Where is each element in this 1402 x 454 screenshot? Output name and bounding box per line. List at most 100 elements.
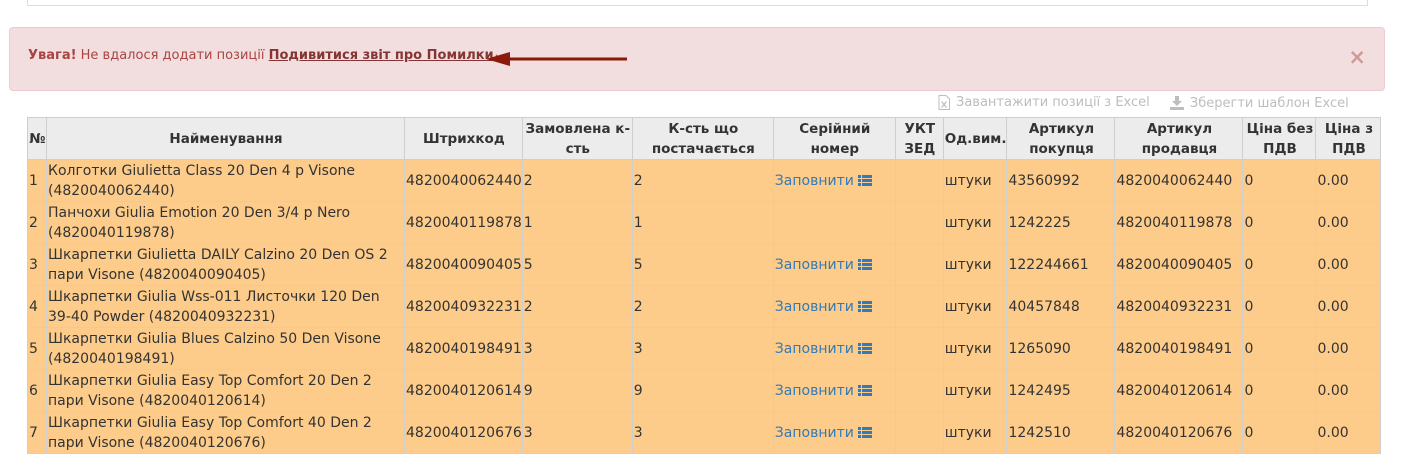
cell-price-net: 0	[1242, 201, 1317, 244]
col-header-name: Найменування	[46, 117, 405, 160]
alert-close-button[interactable]: ×	[1348, 47, 1366, 68]
cell-name: Шкарпетки Giulia Easy Top Comfort 40 Den…	[46, 411, 405, 454]
cell-buyer-sku: 122244661	[1006, 243, 1116, 286]
fill-serial-link[interactable]: Заповнити	[775, 171, 872, 191]
cell-ordered-qty: 1	[521, 201, 633, 244]
cell-supplied-qty: 3	[631, 411, 774, 454]
cell-buyer-sku: 43560992	[1006, 159, 1116, 202]
table-row: 1 Колготки Giulietta Class 20 Den 4 р Vis…	[27, 159, 1382, 202]
cell-seller-sku: 4820040062440	[1114, 159, 1244, 202]
cell-buyer-sku: 1242225	[1006, 201, 1116, 244]
list-icon	[857, 300, 872, 312]
cell-price-gross: 0.00	[1315, 285, 1382, 328]
cell-barcode: 4820040120614	[404, 369, 523, 412]
cell-barcode: 4820040119878	[404, 201, 523, 244]
cell-price-net: 0	[1242, 159, 1317, 202]
col-header-number: №	[27, 117, 47, 160]
cell-buyer-sku: 1265090	[1006, 327, 1116, 370]
col-header-supplied-qty: К-сть що постачається	[631, 117, 774, 160]
cell-ordered-qty: 5	[521, 243, 633, 286]
cell-name: Шкарпетки Giulietta DAILY Calzino 20 Den…	[46, 243, 405, 286]
fill-serial-link[interactable]: Заповнити	[775, 255, 872, 275]
cell-ukt-zed	[894, 285, 944, 328]
table-row: 4 Шкарпетки Giulia Wss-011 Листочки 120 D…	[27, 285, 1382, 328]
col-header-ukt-zed: УКТ ЗЕД	[894, 117, 944, 160]
col-header-price-gross: Ціна з ПДВ	[1315, 117, 1382, 160]
cell-price-gross: 0.00	[1315, 243, 1382, 286]
excel-actions: Завантажити позиції з Excel Зберегти шаб…	[938, 95, 1365, 114]
cell-seller-sku: 4820040120676	[1114, 411, 1244, 454]
table-row: 2 Панчохи Giulia Emotion 20 Den 3/4 р Ner…	[27, 201, 1382, 244]
list-icon	[857, 426, 872, 438]
col-header-barcode: Штрихкод	[404, 117, 523, 160]
table-row: 7 Шкарпетки Giulia Easy Top Comfort 40 De…	[27, 411, 1382, 454]
cell-ukt-zed	[894, 369, 944, 412]
col-header-seller-sku: Артикул продавця	[1114, 117, 1244, 160]
error-alert: Увага! Не вдалося додати позиції Подивит…	[9, 27, 1385, 91]
upload-excel-button[interactable]: Завантажити позиції з Excel	[938, 95, 1150, 110]
list-icon	[857, 174, 872, 186]
upload-excel-label: Завантажити позиції з Excel	[956, 95, 1150, 110]
cell-seller-sku: 4820040090405	[1114, 243, 1244, 286]
cell-seller-sku: 4820040119878	[1114, 201, 1244, 244]
table-row: 6 Шкарпетки Giulia Easy Top Comfort 20 De…	[27, 369, 1382, 412]
cell-number: 4	[27, 285, 47, 328]
cell-supplied-qty: 1	[631, 201, 774, 244]
table-body: 1 Колготки Giulietta Class 20 Den 4 р Vis…	[27, 159, 1382, 454]
save-excel-template-label: Зберегти шаблон Excel	[1189, 95, 1349, 111]
col-header-buyer-sku: Артикул покупця	[1006, 117, 1116, 160]
alert-message: Не вдалося додати позиції	[80, 48, 265, 63]
save-excel-template-button[interactable]: Зберегти шаблон Excel	[1169, 95, 1349, 111]
cell-price-gross: 0.00	[1315, 159, 1382, 202]
download-icon	[1169, 96, 1184, 110]
cell-seller-sku: 4820040198491	[1114, 327, 1244, 370]
alert-strong-label: Увага!	[28, 48, 77, 63]
cell-barcode: 4820040090405	[404, 243, 523, 286]
pointer-arrow-icon	[486, 52, 627, 66]
fill-serial-link[interactable]: Заповнити	[775, 423, 872, 443]
cell-ordered-qty: 3	[521, 327, 633, 370]
fill-serial-label: Заповнити	[774, 382, 854, 399]
cell-ukt-zed	[894, 411, 944, 454]
cell-seller-sku: 4820040932231	[1114, 285, 1244, 328]
items-table: № Найменування Штрихкод Замовлена к-сть …	[27, 117, 1382, 454]
cell-serial-number: Заповнити	[772, 243, 896, 286]
cell-serial-number: Заповнити	[772, 159, 896, 202]
cell-unit: штуки	[942, 285, 1008, 328]
cell-serial-number: Заповнити	[772, 411, 896, 454]
fill-serial-link[interactable]: Заповнити	[775, 297, 872, 317]
cell-serial-number: Заповнити	[772, 327, 896, 370]
cell-price-gross: 0.00	[1315, 411, 1382, 454]
cell-price-gross: 0.00	[1315, 201, 1382, 244]
col-header-unit: Од.вим.	[942, 117, 1008, 160]
cell-ordered-qty: 2	[521, 285, 633, 328]
cell-price-net: 0	[1242, 285, 1317, 328]
cell-supplied-qty: 2	[631, 159, 774, 202]
list-icon	[857, 258, 872, 270]
cell-ordered-qty: 9	[521, 369, 633, 412]
cell-number: 6	[27, 369, 47, 412]
fill-serial-link[interactable]: Заповнити	[775, 339, 872, 359]
cell-unit: штуки	[942, 159, 1008, 202]
cell-buyer-sku: 40457848	[1006, 285, 1116, 328]
fill-serial-link[interactable]: Заповнити	[775, 381, 872, 401]
cell-barcode: 4820040932231	[404, 285, 523, 328]
table-row: 5 Шкарпетки Giulia Blues Calzino 50 Den V…	[27, 327, 1382, 370]
col-header-serial-number: Серійний номер	[772, 117, 896, 160]
cell-ukt-zed	[894, 201, 944, 244]
fill-serial-label: Заповнити	[774, 256, 854, 273]
cell-ordered-qty: 2	[521, 159, 633, 202]
error-report-link[interactable]: Подивитися звіт про Помилки⌵	[269, 48, 504, 63]
cell-number: 2	[27, 201, 47, 244]
cell-number: 3	[27, 243, 47, 286]
list-icon	[857, 384, 872, 396]
cell-serial-number	[772, 201, 896, 244]
col-header-ordered-qty: Замовлена к-сть	[521, 117, 633, 160]
cell-price-net: 0	[1242, 369, 1317, 412]
table-header-row: № Найменування Штрихкод Замовлена к-сть …	[27, 117, 1382, 160]
cell-price-net: 0	[1242, 327, 1317, 370]
alert-message-line: Увага! Не вдалося додати позиції Подивит…	[28, 48, 504, 63]
cell-number: 7	[27, 411, 47, 454]
cell-ukt-zed	[894, 327, 944, 370]
cell-serial-number: Заповнити	[772, 285, 896, 328]
